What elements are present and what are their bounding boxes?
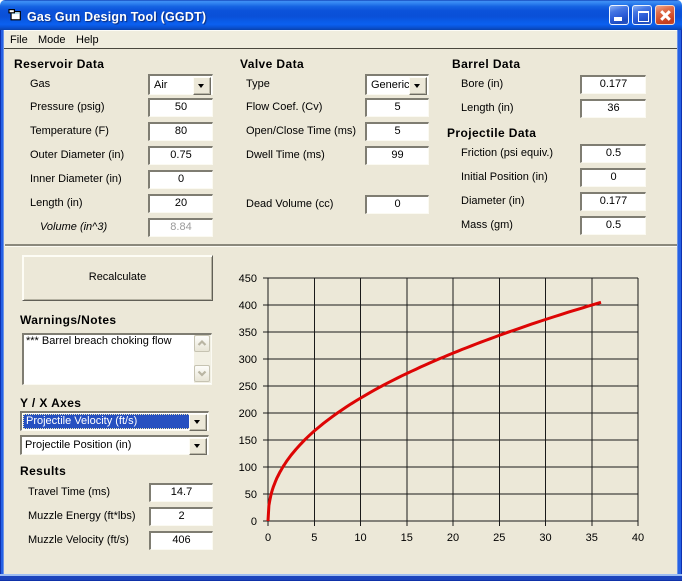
svg-text:450: 450	[239, 273, 257, 285]
svg-text:250: 250	[239, 381, 257, 393]
svg-text:25: 25	[493, 532, 505, 544]
svg-text:0: 0	[251, 516, 257, 528]
svg-text:15: 15	[401, 532, 413, 544]
svg-text:100: 100	[239, 462, 257, 474]
svg-text:10: 10	[354, 532, 366, 544]
svg-text:150: 150	[239, 435, 257, 447]
svg-text:30: 30	[539, 532, 551, 544]
svg-text:35: 35	[586, 532, 598, 544]
svg-text:20: 20	[447, 532, 459, 544]
svg-text:200: 200	[239, 408, 257, 420]
svg-text:300: 300	[239, 354, 257, 366]
svg-text:40: 40	[632, 532, 644, 544]
svg-text:400: 400	[239, 300, 257, 312]
svg-text:5: 5	[311, 532, 317, 544]
svg-text:50: 50	[245, 489, 257, 501]
svg-text:350: 350	[239, 327, 257, 339]
svg-text:0: 0	[265, 532, 271, 544]
